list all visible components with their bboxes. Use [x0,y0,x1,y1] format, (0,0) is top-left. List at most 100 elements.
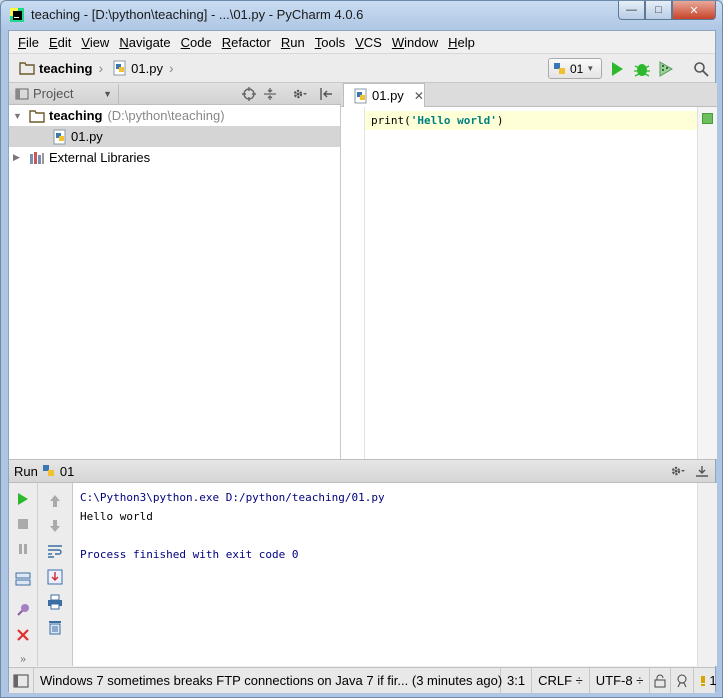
toggle-tool-windows-icon[interactable] [9,668,34,693]
menu-refactor[interactable]: Refactor [217,35,276,50]
more-actions-icon[interactable]: » [13,649,33,669]
soft-wrap-icon[interactable] [45,541,65,561]
status-bar: Windows 7 sometimes breaks FTP connectio… [9,667,717,693]
maximize-button[interactable]: □ [645,1,672,20]
run-config-selector[interactable]: 01 ▼ [548,58,602,79]
editor-gutter[interactable] [341,107,365,459]
menu-tools[interactable]: Tools [310,35,350,50]
restore-layout-icon[interactable] [13,569,33,589]
tree-item-path-hint: (D:\python\teaching) [107,108,225,123]
hide-pane-icon[interactable] [318,86,334,102]
collapse-all-icon[interactable] [262,86,278,102]
arrow-down-icon[interactable] [45,516,65,536]
library-icon [29,151,45,165]
pycharm-window: teaching - [D:\python\teaching] - ...\01… [0,0,723,698]
tree-item-01-py[interactable]: 01.py [9,126,340,147]
tab-01-py[interactable]: 01.py ✕ [343,83,425,107]
arrow-up-icon[interactable] [45,491,65,511]
tree-item-external-libraries[interactable]: ▶ External Libraries [9,147,340,168]
python-file-icon [354,88,368,104]
console-exit-line: Process finished with exit code 0 [80,548,299,561]
tab-label: 01.py [372,88,404,103]
project-view-label: Project [33,86,74,101]
console-command-line: C:\Python3\python.exe D:/python/teaching… [80,491,385,504]
tree-item-label: 01.py [71,129,103,144]
project-tree: ▼ teaching (D:\python\teaching) 01.py ▶ … [9,105,341,459]
editor-tab-bar: 01.py ✕ [341,83,717,107]
breadcrumb-file-label: 01.py [131,60,163,76]
folder-icon [29,109,45,123]
close-icon[interactable] [13,625,33,645]
run-panel-title: Run [14,463,38,479]
print-icon[interactable] [45,592,65,612]
python-file-icon [113,60,127,76]
menu-navigate[interactable]: Navigate [114,35,175,50]
gear-icon[interactable] [669,464,687,478]
project-pane-header: Project ▼ [9,83,341,105]
trash-icon[interactable] [45,617,65,637]
minimize-button[interactable]: — [618,1,645,20]
debug-button[interactable] [633,60,651,78]
collapsed-arrow-icon[interactable]: ▶ [13,152,23,163]
chevron-down-icon: ▼ [103,88,112,99]
run-panel-config: 01 [59,463,75,479]
tree-item-teaching[interactable]: ▼ teaching (D:\python\teaching) [9,105,340,126]
run-with-coverage-button[interactable] [657,60,675,78]
editor-error-stripe [697,107,717,459]
breadcrumb-separator-icon: › [168,60,174,76]
menu-help[interactable]: Help [443,35,480,50]
line-separator-selector[interactable]: CRLF ÷ [532,668,590,693]
hide-pane-icon[interactable] [695,464,709,478]
tree-item-label: teaching [49,108,103,123]
tree-item-label: External Libraries [49,150,151,165]
stop-button[interactable] [13,514,33,534]
ide-client-area: File Edit View Navigate Code Refactor Ru… [8,30,717,693]
rerun-button[interactable] [13,489,33,509]
window-controls: — □ ✕ [618,1,716,20]
chevron-down-icon: ▼ [586,64,595,73]
lock-icon[interactable] [650,668,672,693]
code-line-1[interactable]: print('Hello world') [371,114,503,127]
close-button[interactable]: ✕ [672,1,716,20]
menu-run[interactable]: Run [276,35,310,50]
scroll-from-source-icon[interactable] [241,86,257,102]
run-toolbar: » [9,483,38,666]
console-toolbar [38,483,73,666]
scroll-to-end-icon[interactable] [45,567,65,587]
python-file-icon [53,129,67,145]
project-view-selector[interactable]: Project ▼ [11,83,119,104]
pause-button[interactable] [13,539,33,559]
event-log-indicator[interactable]: 1 [694,668,720,693]
inspector-icon[interactable] [671,668,695,693]
search-icon[interactable] [692,60,710,78]
title-bar[interactable]: teaching - [D:\python\teaching] - ...\01… [1,1,722,30]
menu-edit[interactable]: Edit [44,35,76,50]
menu-bar: File Edit View Navigate Code Refactor Ru… [9,31,715,53]
status-message[interactable]: Windows 7 sometimes breaks FTP connectio… [34,668,502,693]
event-count: 1 [709,673,717,688]
console-scrollbar[interactable] [697,483,717,666]
folder-icon [19,61,35,75]
project-view-icon [15,87,29,101]
warning-icon [698,675,708,687]
no-problems-icon[interactable] [702,113,713,124]
run-console[interactable]: C:\Python3\python.exe D:/python/teaching… [73,483,697,666]
menu-file[interactable]: File [13,35,44,50]
run-panel-header: Run 01 [9,459,715,483]
menu-vcs[interactable]: VCS [350,35,387,50]
menu-code[interactable]: Code [176,35,217,50]
encoding-selector[interactable]: UTF-8 ÷ [590,668,651,693]
python-config-icon [553,62,567,76]
window-title: teaching - [D:\python\teaching] - ...\01… [31,7,364,22]
menu-view[interactable]: View [76,35,114,50]
expanded-arrow-icon[interactable]: ▼ [13,111,23,121]
close-icon[interactable]: ✕ [414,89,424,103]
code-editor[interactable]: print('Hello world') [341,107,717,459]
breadcrumb-file[interactable]: 01.py [103,60,169,76]
run-button[interactable] [608,60,626,78]
pin-tab-icon[interactable] [13,600,33,620]
caret-position[interactable]: 3:1 [501,668,533,693]
gear-icon[interactable] [291,86,307,102]
menu-window[interactable]: Window [387,35,443,50]
breadcrumb-project[interactable]: teaching [9,61,98,76]
